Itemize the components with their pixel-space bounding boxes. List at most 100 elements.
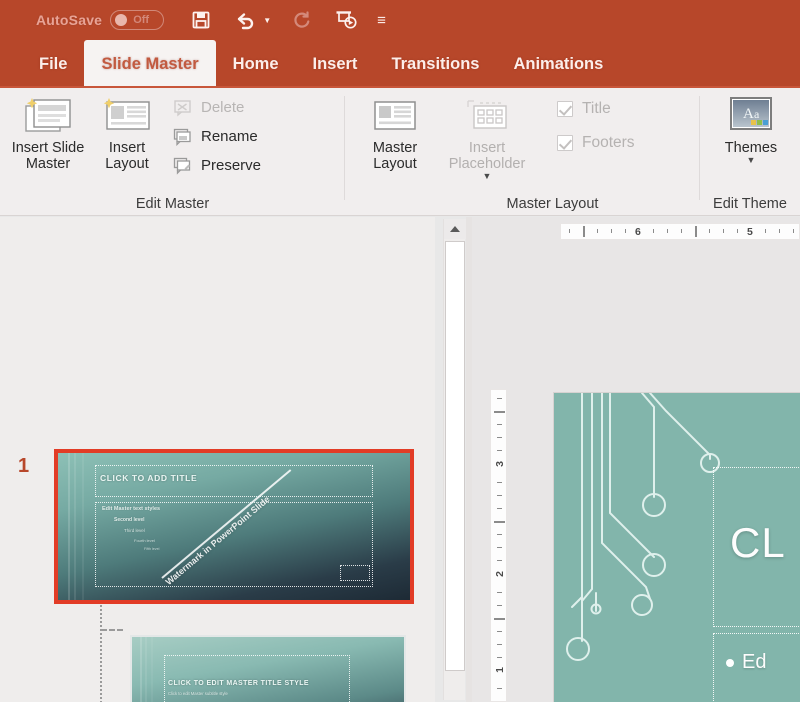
v-ruler-number: 1: [494, 667, 506, 673]
rename-label: Rename: [201, 128, 258, 145]
vertical-ruler[interactable]: 3 2 1: [490, 389, 507, 702]
title-checkbox-box[interactable]: [557, 101, 573, 117]
ribbon-group-master-layout: Master Layout Insert Placeholder ▼ Title…: [345, 88, 700, 216]
delete-label: Delete: [201, 99, 245, 116]
footers-checkbox-label: Footers: [582, 134, 635, 151]
edit-theme-group-label: Edit Theme: [713, 196, 787, 212]
preserve-label: Preserve: [201, 157, 262, 174]
autosave-state-label: Off: [133, 14, 150, 26]
themes-caret-icon[interactable]: ▼: [747, 156, 756, 165]
v-ruler-number: 3: [494, 461, 506, 467]
layout-tree-connector: [100, 600, 102, 702]
decor-streak: [151, 637, 153, 702]
master-layout-label: Master Layout: [372, 140, 418, 172]
footers-checkbox-box[interactable]: [557, 135, 573, 151]
slide-thumbnail-pane[interactable]: 1 CLICK TO ADD TITLE Edit Master text st…: [0, 217, 435, 702]
preserve-button[interactable]: Preserve: [168, 152, 265, 179]
decor-streak: [74, 453, 76, 600]
tab-file[interactable]: File: [22, 40, 84, 88]
thumbnail-scrollbar[interactable]: [443, 219, 466, 700]
redo-icon[interactable]: [289, 7, 315, 33]
thumbnail-body-line: Edit Master text styles: [102, 506, 161, 512]
insert-layout-label: Insert Layout: [105, 140, 149, 172]
customize-quick-access-icon[interactable]: ≡: [377, 12, 386, 29]
thumbnail-body-line: Second level: [114, 517, 145, 523]
title-checkbox[interactable]: Title: [557, 100, 635, 118]
svg-text:a: a: [754, 107, 760, 121]
slide-number-label: 1: [18, 455, 30, 477]
bullet-icon: [726, 658, 734, 667]
thumbnail-body-line: Fifth level: [144, 547, 160, 551]
thumbnail-title-text: CLICK TO ADD TITLE: [100, 473, 198, 483]
ribbon-group-edit-master: Insert Slide Master Insert Layout Delete…: [0, 88, 345, 216]
powerpoint-slide-master-window: AutoSave Off ▼ ≡ File Slide Master Home …: [0, 0, 800, 702]
tab-slide-master[interactable]: Slide Master: [84, 40, 216, 88]
horizontal-ruler[interactable]: 6 5: [560, 223, 800, 240]
title-checkbox-label: Title: [582, 100, 611, 117]
master-layout-group-label: Master Layout: [506, 196, 599, 212]
scrollbar-thumb[interactable]: [445, 241, 465, 671]
ribbon: Insert Slide Master Insert Layout Delete…: [0, 88, 800, 216]
footer-placeholder[interactable]: [340, 565, 370, 581]
thumbnail-body-line: Third level: [124, 528, 145, 533]
tab-home[interactable]: Home: [216, 40, 296, 88]
insert-slide-master-icon: [20, 94, 76, 140]
master-layout-icon: [369, 94, 421, 140]
delete-button[interactable]: Delete: [168, 94, 265, 121]
edit-master-small-buttons: Delete Rename Preserve: [168, 92, 265, 179]
decor-streak: [82, 453, 84, 600]
insert-layout-icon: [99, 94, 155, 140]
slide-master-thumbnail[interactable]: CLICK TO ADD TITLE Edit Master text styl…: [54, 449, 414, 604]
autosave-toggle[interactable]: Off: [110, 10, 165, 30]
undo-icon[interactable]: [232, 7, 258, 33]
themes-button[interactable]: A a Themes ▼: [710, 92, 792, 165]
decor-streak: [145, 637, 147, 702]
h-ruler-number: 5: [747, 226, 753, 238]
insert-placeholder-icon: [458, 94, 516, 140]
rename-button[interactable]: Rename: [168, 123, 265, 150]
presentation-icon[interactable]: [333, 7, 359, 33]
scroll-up-icon[interactable]: [444, 219, 466, 239]
svg-text:A: A: [743, 106, 754, 122]
delete-layout-icon: [172, 98, 194, 118]
tab-insert[interactable]: Insert: [296, 40, 375, 88]
slide-master-canvas[interactable]: CL Ed: [554, 393, 800, 702]
tab-transitions[interactable]: Transitions: [374, 40, 496, 88]
layout-tree-stub: [101, 629, 123, 631]
rename-layout-icon: [172, 127, 194, 147]
edit-master-group-label: Edit Master: [135, 196, 210, 212]
thumbnail-body-line: Fourth level: [134, 538, 155, 543]
preserve-master-icon: [172, 156, 194, 176]
save-icon[interactable]: [188, 7, 214, 33]
ribbon-group-edit-theme: A a Themes ▼ Edit Theme: [700, 88, 800, 216]
autosave-toggle-knob: [115, 14, 128, 26]
slide-bullet-text: Ed: [742, 651, 767, 673]
autosave-label: AutoSave: [36, 12, 103, 28]
h-ruler-number: 6: [635, 226, 641, 238]
insert-slide-master-button[interactable]: Insert Slide Master: [6, 92, 90, 172]
tab-animations[interactable]: Animations: [496, 40, 620, 88]
insert-placeholder-button[interactable]: Insert Placeholder ▼: [433, 92, 541, 181]
thumbnail-body-line: Click to edit Master subtitle style: [168, 691, 228, 696]
autosave-control[interactable]: AutoSave Off: [36, 10, 165, 30]
thumbnail-title-text: CLICK TO EDIT MASTER TITLE STYLE: [168, 680, 310, 687]
themes-label: Themes: [724, 140, 778, 156]
insert-slide-master-label: Insert Slide Master: [11, 140, 85, 172]
undo-dropdown-caret[interactable]: ▼: [263, 16, 271, 25]
v-ruler-number: 2: [494, 571, 506, 577]
title-slide-layout-thumbnail[interactable]: CLICK TO EDIT MASTER TITLE STYLE Click t…: [130, 635, 406, 702]
master-layout-button[interactable]: Master Layout: [357, 92, 433, 172]
insert-placeholder-label: Insert Placeholder: [448, 140, 526, 172]
insert-layout-button[interactable]: Insert Layout: [90, 92, 164, 172]
footers-checkbox[interactable]: Footers: [557, 134, 635, 152]
slide-bullet-row: Ed: [726, 651, 766, 674]
title-bar: AutoSave Off ▼ ≡: [0, 0, 800, 40]
themes-icon: A a: [726, 94, 776, 140]
decor-streak: [140, 637, 142, 702]
slide-edit-pane[interactable]: 6 5 3 2 1 CL Ed: [472, 217, 800, 702]
ribbon-tab-strip: File Slide Master Home Insert Transitions Ani…: [0, 40, 800, 88]
slide-title-text: CL: [730, 519, 786, 566]
quick-access-toolbar: ▼ ≡: [188, 7, 386, 33]
insert-placeholder-caret-icon[interactable]: ▼: [483, 172, 492, 181]
master-layout-checkboxes: Title Footers: [549, 92, 641, 152]
